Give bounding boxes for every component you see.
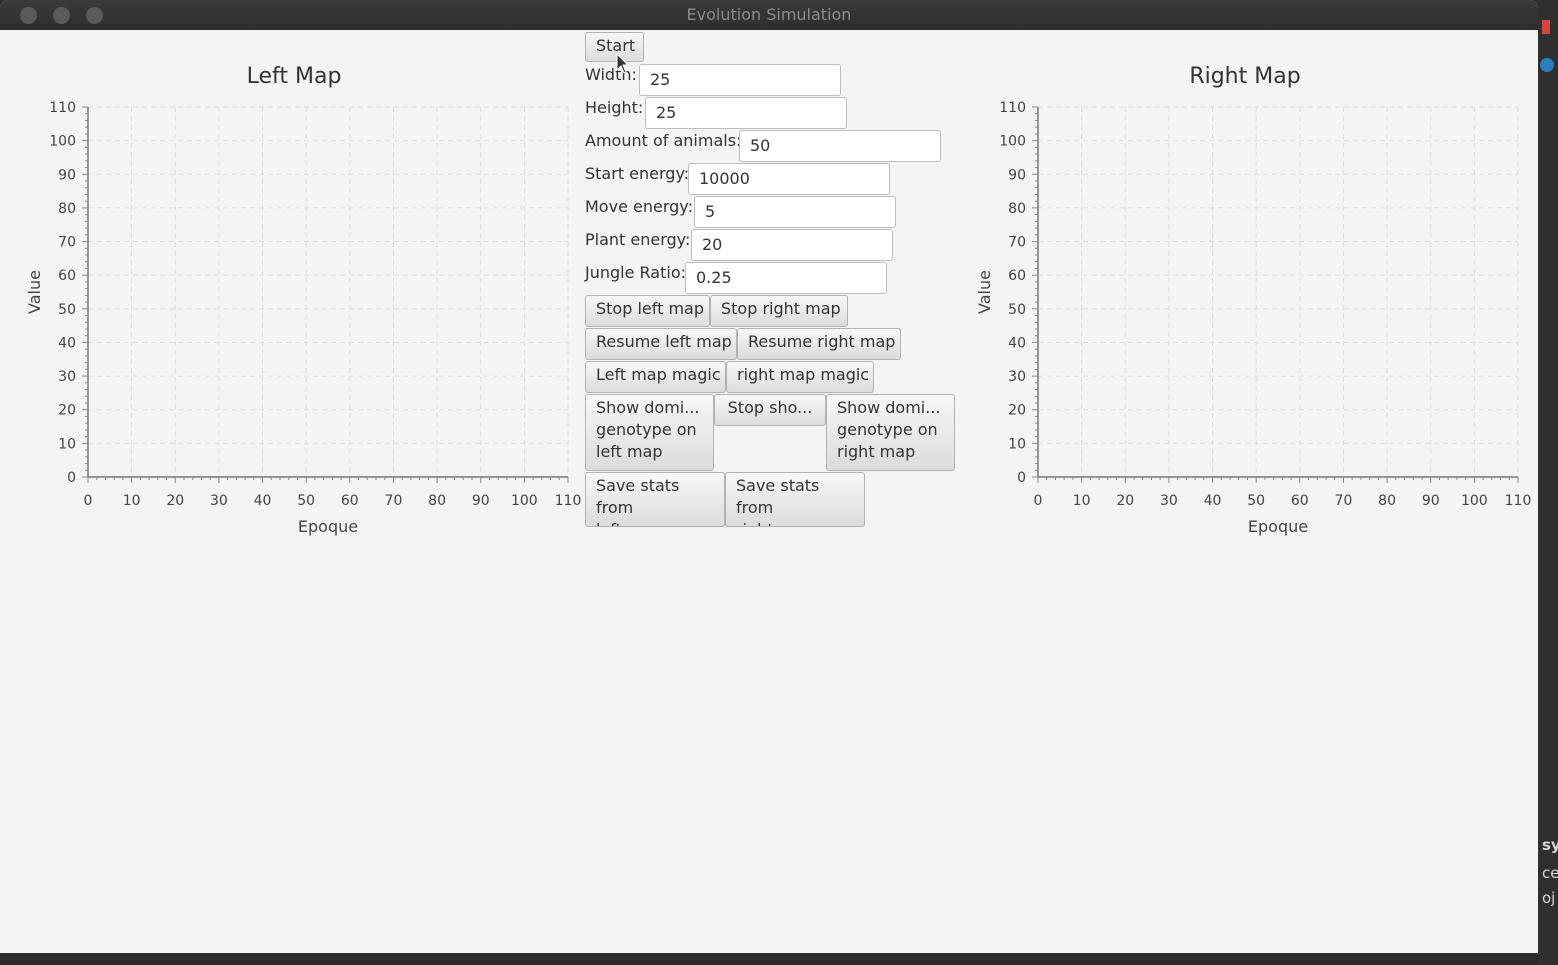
animals-input[interactable]: 50 xyxy=(739,130,941,162)
y-axis-label: Value xyxy=(975,270,994,314)
y-tick-label: 30 xyxy=(1008,369,1026,385)
resume-right-map-button[interactable]: Resume right map xyxy=(737,328,901,360)
x-tick-label: 40 xyxy=(1204,493,1222,509)
left-map-chart: 0 10 20 30 40 50 60 70 80 90 100 110 0 10 20 30 40 50 60 70… xyxy=(25,100,582,536)
x-tick-label: 80 xyxy=(428,493,446,509)
x-tick-label: 30 xyxy=(1160,493,1178,509)
y-tick-label: 40 xyxy=(58,335,76,351)
background-snippet-2: ce xyxy=(1542,864,1558,882)
show-dominant-genotype-left-button[interactable]: Show domi... genotype on left map xyxy=(585,394,714,471)
y-tick-label: 90 xyxy=(58,167,76,183)
right-map-magic-button[interactable]: right map magic xyxy=(726,361,874,393)
y-tick-label: 50 xyxy=(1008,302,1026,318)
x-tick-label: 90 xyxy=(1422,493,1440,509)
y-axis-label: Value xyxy=(25,270,44,314)
move-energy-label: Move energy: xyxy=(585,197,693,216)
plant-energy-label: Plant energy: xyxy=(585,230,691,249)
x-tick-label: 10 xyxy=(123,493,141,509)
x-tick-label: 60 xyxy=(341,493,359,509)
animals-label: Amount of animals: xyxy=(585,131,742,150)
y-tick-label: 40 xyxy=(1008,335,1026,351)
stop-left-map-button[interactable]: Stop left map xyxy=(585,295,710,327)
jungle-ratio-input[interactable]: 0.25 xyxy=(685,262,887,294)
x-tick-label: 110 xyxy=(555,493,582,509)
x-tick-label: 50 xyxy=(1247,493,1265,509)
move-energy-input[interactable]: 5 xyxy=(694,196,896,228)
background-snippet-1: sy xyxy=(1542,836,1558,854)
y-tick-label: 100 xyxy=(49,134,76,150)
width-input[interactable]: 25 xyxy=(639,64,841,96)
height-label: Height: xyxy=(585,98,644,117)
x-tick-label: 0 xyxy=(84,493,93,509)
x-tick-label: 100 xyxy=(1461,493,1488,509)
x-axis-label: Epoque xyxy=(298,517,358,536)
y-tick-label: 20 xyxy=(58,403,76,419)
x-tick-label: 0 xyxy=(1034,493,1043,509)
right-chart-title: Right Map xyxy=(1189,64,1301,89)
x-tick-label: 80 xyxy=(1378,493,1396,509)
y-tick-label: 0 xyxy=(67,470,76,486)
background-window-strip: sy ce oj xyxy=(1538,0,1558,965)
save-stats-right-button[interactable]: Save stats from right map xyxy=(725,472,865,527)
title-bar[interactable]: Evolution Simulation xyxy=(0,0,1538,30)
x-axis-label: Epoque xyxy=(1248,517,1308,536)
left-map-magic-button[interactable]: Left map magic xyxy=(585,361,726,393)
y-tick-label: 60 xyxy=(1008,268,1026,284)
x-tick-label: 100 xyxy=(511,493,538,509)
y-tick-label: 0 xyxy=(1017,470,1026,486)
y-tick-label: 90 xyxy=(1008,167,1026,183)
height-input[interactable]: 25 xyxy=(645,97,847,129)
resume-left-map-button[interactable]: Resume left map xyxy=(585,328,737,360)
y-tick-label: 50 xyxy=(58,302,76,318)
y-tick-label: 70 xyxy=(58,235,76,251)
y-tick-label: 20 xyxy=(1008,403,1026,419)
y-tick-label: 10 xyxy=(1008,436,1026,452)
x-tick-label: 50 xyxy=(297,493,315,509)
start-energy-input[interactable]: 10000 xyxy=(688,163,890,195)
y-tick-label: 110 xyxy=(49,100,76,116)
x-tick-label: 110 xyxy=(1505,493,1532,509)
x-tick-label: 90 xyxy=(472,493,490,509)
main-content: Left Map 0 10 20 30 40 50 60 70 80 90 100 110 0 10 20 3… xyxy=(4,31,1536,951)
bottom-desktop-bar xyxy=(0,953,1538,965)
stop-right-map-button[interactable]: Stop right map xyxy=(710,295,848,327)
x-tick-label: 70 xyxy=(1335,493,1353,509)
x-tick-label: 20 xyxy=(166,493,184,509)
x-tick-label: 30 xyxy=(210,493,228,509)
stop-showing-button[interactable]: Stop sho... xyxy=(714,394,826,426)
jungle-ratio-label: Jungle Ratio: xyxy=(585,263,686,282)
right-map-chart: 0 10 20 30 40 50 60 70 80 90 100 110 0 10 20 30 40 50 60 70… xyxy=(975,100,1532,536)
y-tick-label: 110 xyxy=(999,100,1026,116)
y-tick-label: 80 xyxy=(58,201,76,217)
save-stats-left-button[interactable]: Save stats from left map xyxy=(585,472,725,527)
mouse-cursor-icon xyxy=(616,53,630,74)
y-tick-label: 30 xyxy=(58,369,76,385)
left-chart-title: Left Map xyxy=(246,64,342,89)
start-energy-label: Start energy: xyxy=(585,164,690,183)
start-button[interactable]: Start xyxy=(585,32,644,62)
app-window: Evolution Simulation Left Map 0 10 20 30 40 5… xyxy=(0,0,1538,953)
window-title: Evolution Simulation xyxy=(686,5,852,24)
y-tick-label: 10 xyxy=(58,436,76,452)
y-tick-label: 80 xyxy=(1008,201,1026,217)
y-tick-label: 60 xyxy=(58,268,76,284)
red-indicator-icon xyxy=(1542,20,1550,34)
background-snippet-3: oj xyxy=(1542,889,1556,907)
y-tick-label: 70 xyxy=(1008,235,1026,251)
x-tick-label: 60 xyxy=(1291,493,1309,509)
x-tick-label: 70 xyxy=(385,493,403,509)
show-dominant-genotype-right-button[interactable]: Show domi... genotype on right map xyxy=(826,394,955,471)
x-tick-label: 40 xyxy=(254,493,272,509)
x-tick-label: 20 xyxy=(1116,493,1134,509)
x-tick-label: 10 xyxy=(1073,493,1091,509)
app-dock-icon xyxy=(1540,58,1554,72)
plant-energy-input[interactable]: 20 xyxy=(691,229,893,261)
y-tick-label: 100 xyxy=(999,134,1026,150)
